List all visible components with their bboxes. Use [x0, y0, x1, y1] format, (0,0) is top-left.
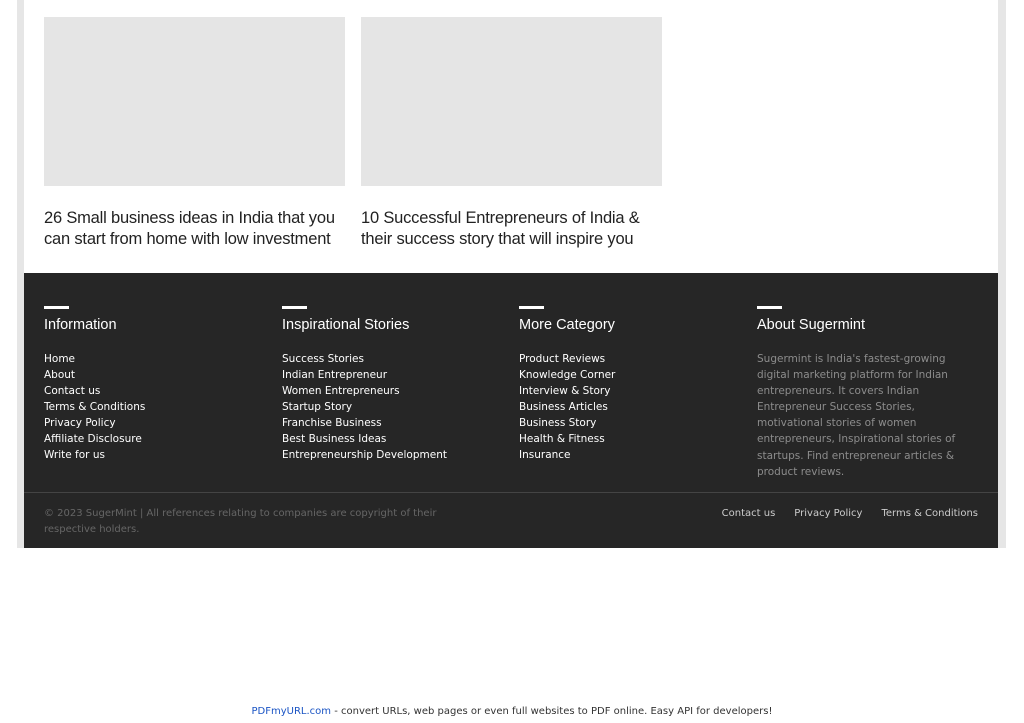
related-posts-section: 26 Small business ideas in India that yo… — [24, 0, 998, 273]
banner-text: - convert URLs, web pages or even full w… — [331, 706, 773, 717]
pdfmyurl-link[interactable]: PDFmyURL.com — [252, 706, 332, 717]
footer-link-success-stories[interactable]: Success Stories — [282, 353, 364, 365]
footer-link-franchise-business[interactable]: Franchise Business — [282, 417, 382, 429]
heading-accent-bar — [282, 306, 307, 309]
footer-link-list: Product Reviews Knowledge Corner Intervi… — [519, 351, 615, 463]
footer-link-women-entrepreneurs[interactable]: Women Entrepreneurs — [282, 385, 400, 397]
footer-link-business-story[interactable]: Business Story — [519, 417, 596, 429]
post-card[interactable]: 10 Successful Entrepreneurs of India & t… — [361, 17, 662, 250]
site-footer: Information Home About Contact us Terms … — [24, 273, 998, 548]
footer-link-indian-entrepreneur[interactable]: Indian Entrepreneur — [282, 369, 387, 381]
heading-accent-bar — [757, 306, 782, 309]
footer-link-privacy[interactable]: Privacy Policy — [44, 417, 116, 429]
post-title-link[interactable]: 10 Successful Entrepreneurs of India & t… — [361, 208, 662, 250]
heading-accent-bar — [519, 306, 544, 309]
footer-divider — [24, 492, 998, 493]
footer-link-list: Home About Contact us Terms & Conditions… — [44, 351, 145, 463]
about-description: Sugermint is India's fastest-growing dig… — [757, 353, 956, 478]
footer-heading: More Category — [519, 317, 615, 333]
footer-link-knowledge-corner[interactable]: Knowledge Corner — [519, 369, 615, 381]
footer-link-about[interactable]: About — [44, 369, 75, 381]
footer-link-product-reviews[interactable]: Product Reviews — [519, 353, 605, 365]
pdf-converter-banner: PDFmyURL.com - convert URLs, web pages o… — [0, 705, 1024, 719]
footer-link-terms[interactable]: Terms & Conditions — [44, 401, 145, 413]
footer-link-write-for-us[interactable]: Write for us — [44, 449, 105, 461]
post-card[interactable]: 26 Small business ideas in India that yo… — [44, 17, 345, 250]
footer-heading: Information — [44, 317, 117, 333]
heading-accent-bar — [44, 306, 69, 309]
footer-column-more-category: More Category Product Reviews Knowledge … — [519, 306, 615, 463]
footer-link-interview-story[interactable]: Interview & Story — [519, 385, 610, 397]
post-title-link[interactable]: 26 Small business ideas in India that yo… — [44, 208, 345, 250]
footer-column-information: Information Home About Contact us Terms … — [44, 306, 145, 463]
footer-link-contact[interactable]: Contact us — [44, 385, 100, 397]
copyright-text: © 2023 SugerMint | All references relati… — [44, 508, 437, 535]
footer-heading: About Sugermint — [757, 317, 866, 333]
footer-link-health-fitness[interactable]: Health & Fitness — [519, 433, 605, 445]
footer-link-startup-story[interactable]: Startup Story — [282, 401, 352, 413]
footer-link-entrepreneurship-development[interactable]: Entrepreneurship Development — [282, 449, 447, 461]
bottom-link-terms[interactable]: Terms & Conditions — [881, 506, 978, 522]
footer-link-list: Success Stories Indian Entrepreneur Wome… — [282, 351, 447, 463]
post-thumbnail[interactable] — [361, 17, 662, 186]
footer-bottom-links: Contact us Privacy Policy Terms & Condit… — [722, 506, 978, 522]
footer-link-best-business-ideas[interactable]: Best Business Ideas — [282, 433, 386, 445]
footer-link-affiliate[interactable]: Affiliate Disclosure — [44, 433, 142, 445]
footer-column-inspirational: Inspirational Stories Success Stories In… — [282, 306, 447, 463]
footer-heading: Inspirational Stories — [282, 317, 410, 333]
post-thumbnail[interactable] — [44, 17, 345, 186]
footer-link-insurance[interactable]: Insurance — [519, 449, 571, 461]
footer-column-about: About Sugermint Sugermint is India's fas… — [757, 306, 979, 480]
bottom-link-contact[interactable]: Contact us — [722, 506, 776, 522]
bottom-link-privacy[interactable]: Privacy Policy — [794, 506, 862, 522]
footer-link-business-articles[interactable]: Business Articles — [519, 401, 608, 413]
footer-link-home[interactable]: Home — [44, 353, 75, 365]
